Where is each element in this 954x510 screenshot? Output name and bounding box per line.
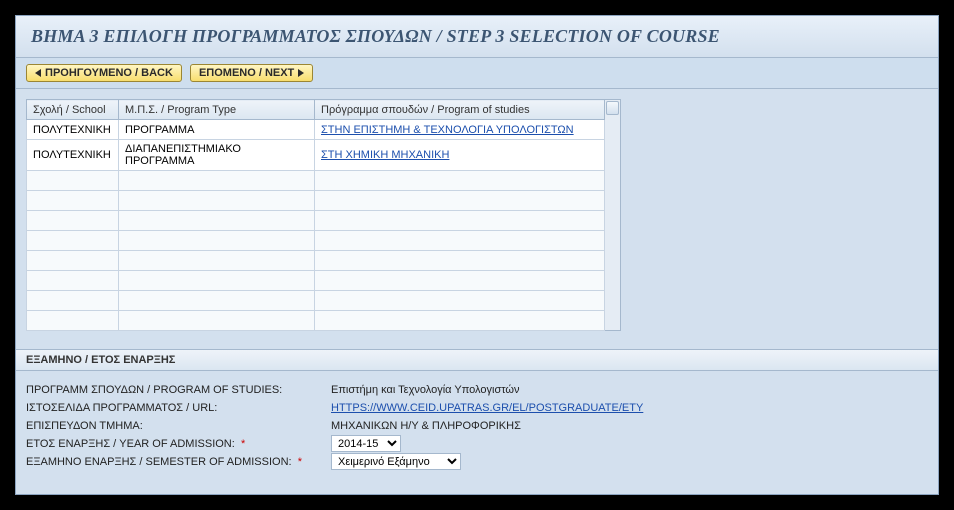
required-marker: * <box>241 438 245 450</box>
label-semester-text: ΕΞΑΜΗΝΟ ΕΝΑΡΞΗΣ / SEMESTER OF ADMISSION: <box>26 456 292 468</box>
value-supervising-dept: ΜΗΧΑΝΙΚΩΝ Η/Υ & ΠΛΗΡΟΦΟΡΙΚΗΣ <box>331 420 521 432</box>
cell-program: ΣΤΗΝ ΕΠΙΣΤΗΜΗ & ΤΕΧΝΟΛΟΓΙΑ ΥΠΟΛΟΓΙΣΤΩΝ <box>315 120 605 140</box>
back-button-label: ΠΡΟΗΓΟΥΜΕΝΟ / BACK <box>45 67 173 79</box>
section-header: ΕΞΑΜΗΝΟ / ΕΤΟΣ ΕΝΑΡΞΗΣ <box>16 349 938 371</box>
select-year-of-admission[interactable]: 2014-15 <box>331 435 401 452</box>
label-url: ΙΣΤΟΣΕΛΙΔΑ ΠΡΟΓΡΑΜΜΑΤΟΣ / URL: <box>26 402 331 414</box>
empty-cell <box>27 231 119 251</box>
table-row[interactable]: ΠΟΛΥΤΕΧΝΙΚΗΔΙΑΠΑΝΕΠΙΣΤΗΜΙΑΚΟ ΠΡΟΓΡΑΜΜΑ ΣΤ… <box>27 140 605 171</box>
row-year-of-admission: ΕΤΟΣ ΕΝΑΡΞΗΣ / YEAR OF ADMISSION: * 2014… <box>26 435 928 452</box>
empty-cell <box>315 271 605 291</box>
table-row-empty <box>27 291 605 311</box>
back-button[interactable]: ΠΡΟΗΓΟΥΜΕΝΟ / BACK <box>26 64 182 82</box>
next-button-label: ΕΠΟΜΕΝΟ / NEXT <box>199 67 294 79</box>
col-header-program[interactable]: Πρόγραμμα σπουδών / Program of studies <box>315 100 605 120</box>
title-bar: ΒΗΜΑ 3 ΕΠΙΛΟΓΗ ΠΡΟΓΡΑΜΜΑΤΟΣ ΣΠΟΥΔΩΝ / ST… <box>16 16 938 58</box>
form-area: ΠΡΟΓΡΑΜΜ ΣΠΟΥΔΩΝ / PROGRAM OF STUDIES: Ε… <box>16 371 938 470</box>
table-scrollbar[interactable] <box>605 99 621 331</box>
empty-cell <box>119 311 315 331</box>
label-semester-of-admission: ΕΞΑΜΗΝΟ ΕΝΑΡΞΗΣ / SEMESTER OF ADMISSION:… <box>26 456 331 468</box>
label-year-text: ΕΤΟΣ ΕΝΑΡΞΗΣ / YEAR OF ADMISSION: <box>26 438 235 450</box>
empty-cell <box>315 231 605 251</box>
empty-cell <box>119 231 315 251</box>
table-row-empty <box>27 231 605 251</box>
empty-cell <box>27 271 119 291</box>
empty-cell <box>315 211 605 231</box>
empty-cell <box>27 311 119 331</box>
row-url: ΙΣΤΟΣΕΛΙΔΑ ΠΡΟΓΡΑΜΜΑΤΟΣ / URL: HTTPS://W… <box>26 399 928 416</box>
empty-cell <box>119 211 315 231</box>
table-row-empty <box>27 251 605 271</box>
empty-cell <box>119 291 315 311</box>
empty-cell <box>315 251 605 271</box>
value-program-of-studies: Επιστήμη και Τεχνολογία Υπολογιστών <box>331 384 520 396</box>
empty-cell <box>315 171 605 191</box>
empty-cell <box>119 171 315 191</box>
label-supervising-dept: ΕΠΙΣΠΕΥΔΟΝ ΤΜΗΜΑ: <box>26 420 331 432</box>
select-semester-of-admission[interactable]: Χειμερινό Εξάμηνο <box>331 453 461 470</box>
table-row-empty <box>27 311 605 331</box>
cell-school: ΠΟΛΥΤΕΧΝΙΚΗ <box>27 140 119 171</box>
cell-type: ΠΡΟΓΡΑΜΜΑ <box>119 120 315 140</box>
table-row[interactable]: ΠΟΛΥΤΕΧΝΙΚΗΠΡΟΓΡΑΜΜΑ ΣΤΗΝ ΕΠΙΣΤΗΜΗ & ΤΕΧΝ… <box>27 120 605 140</box>
link-program-url[interactable]: HTTPS://WWW.CEID.UPATRAS.GR/EL/POSTGRADU… <box>331 402 643 414</box>
col-header-type[interactable]: Μ.Π.Σ. / Program Type <box>119 100 315 120</box>
row-program-of-studies: ΠΡΟΓΡΑΜΜ ΣΠΟΥΔΩΝ / PROGRAM OF STUDIES: Ε… <box>26 381 928 398</box>
empty-cell <box>315 311 605 331</box>
scrollbar-thumb[interactable] <box>606 101 619 115</box>
content-area: Σχολή / School Μ.Π.Σ. / Program Type Πρό… <box>16 89 938 331</box>
col-header-school[interactable]: Σχολή / School <box>27 100 119 120</box>
cell-program: ΣΤΗ ΧΗΜΙΚΗ ΜΗΧΑΝΙΚΗ <box>315 140 605 171</box>
empty-cell <box>27 291 119 311</box>
table-row-empty <box>27 191 605 211</box>
table-row-empty <box>27 271 605 291</box>
empty-cell <box>315 191 605 211</box>
table-row-empty <box>27 171 605 191</box>
empty-cell <box>119 251 315 271</box>
required-marker: * <box>298 456 302 468</box>
row-supervising-dept: ΕΠΙΣΠΕΥΔΟΝ ΤΜΗΜΑ: ΜΗΧΑΝΙΚΩΝ Η/Υ & ΠΛΗΡΟΦ… <box>26 417 928 434</box>
grid-wrap: Σχολή / School Μ.Π.Σ. / Program Type Πρό… <box>26 99 928 331</box>
empty-cell <box>119 191 315 211</box>
next-button[interactable]: ΕΠΟΜΕΝΟ / NEXT <box>190 64 313 82</box>
triangle-left-icon <box>35 69 41 77</box>
empty-cell <box>315 291 605 311</box>
table-row-empty <box>27 211 605 231</box>
label-program-of-studies: ΠΡΟΓΡΑΜΜ ΣΠΟΥΔΩΝ / PROGRAM OF STUDIES: <box>26 384 331 396</box>
empty-cell <box>27 191 119 211</box>
page-title: ΒΗΜΑ 3 ΕΠΙΛΟΓΗ ΠΡΟΓΡΑΜΜΑΤΟΣ ΣΠΟΥΔΩΝ / ST… <box>31 26 923 47</box>
row-semester-of-admission: ΕΞΑΜΗΝΟ ΕΝΑΡΞΗΣ / SEMESTER OF ADMISSION:… <box>26 453 928 470</box>
program-link[interactable]: ΣΤΗΝ ΕΠΙΣΤΗΜΗ & ΤΕΧΝΟΛΟΓΙΑ ΥΠΟΛΟΓΙΣΤΩΝ <box>321 124 574 136</box>
empty-cell <box>27 251 119 271</box>
empty-cell <box>119 271 315 291</box>
cell-school: ΠΟΛΥΤΕΧΝΙΚΗ <box>27 120 119 140</box>
toolbar: ΠΡΟΗΓΟΥΜΕΝΟ / BACK ΕΠΟΜΕΝΟ / NEXT <box>16 58 938 89</box>
cell-type: ΔΙΑΠΑΝΕΠΙΣΤΗΜΙΑΚΟ ΠΡΟΓΡΑΜΜΑ <box>119 140 315 171</box>
empty-cell <box>27 171 119 191</box>
program-link[interactable]: ΣΤΗ ΧΗΜΙΚΗ ΜΗΧΑΝΙΚΗ <box>321 149 449 161</box>
triangle-right-icon <box>298 69 304 77</box>
main-window: ΒΗΜΑ 3 ΕΠΙΛΟΓΗ ΠΡΟΓΡΑΜΜΑΤΟΣ ΣΠΟΥΔΩΝ / ST… <box>15 15 939 495</box>
empty-cell <box>27 211 119 231</box>
programs-table: Σχολή / School Μ.Π.Σ. / Program Type Πρό… <box>26 99 605 331</box>
label-year-of-admission: ΕΤΟΣ ΕΝΑΡΞΗΣ / YEAR OF ADMISSION: * <box>26 438 331 450</box>
